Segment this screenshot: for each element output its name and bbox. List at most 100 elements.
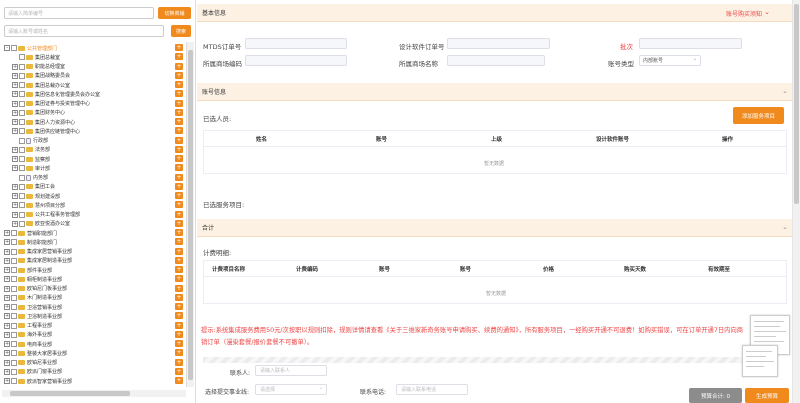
tree-checkbox[interactable] [11, 239, 17, 246]
preview-thumbnail-2[interactable] [742, 345, 778, 377]
search-button[interactable]: 搜索 [171, 25, 191, 37]
total-section-header[interactable]: 合计 ⌄ [197, 219, 792, 237]
add-icon[interactable]: + [175, 238, 183, 246]
tree-checkbox[interactable] [11, 276, 17, 283]
expand-icon[interactable]: + [12, 220, 18, 227]
tree-item[interactable]: + 部件事业部 [4, 266, 52, 274]
tree-item[interactable]: + 职能总经理室 [12, 63, 65, 71]
expand-icon[interactable]: + [4, 248, 10, 255]
expand-icon[interactable]: + [4, 359, 10, 366]
add-icon[interactable]: + [175, 312, 183, 320]
tree-item[interactable]: + 公共工程事务管理部 [12, 211, 80, 219]
tree-item[interactable]: + 制造职能部门 [4, 238, 57, 246]
tree-item[interactable]: + 欧派智家营销事业部 [4, 377, 72, 385]
add-icon[interactable]: + [175, 266, 183, 273]
add-icon[interactable]: + [175, 173, 183, 181]
add-icon[interactable]: + [175, 210, 183, 218]
tree-item[interactable]: + 集团供应链管理中心 [12, 127, 80, 135]
expand-icon[interactable]: + [4, 378, 10, 384]
tree-checkbox[interactable] [11, 359, 17, 366]
add-icon[interactable]: + [175, 108, 183, 116]
tree-checkbox[interactable] [11, 331, 17, 338]
tree-item[interactable]: + 集团战略委员会 [12, 72, 70, 80]
account-info-section-header[interactable]: 账号信息 ⌄ [197, 83, 792, 101]
add-icon[interactable]: + [175, 358, 183, 366]
batch-field[interactable] [639, 38, 742, 49]
tree-item[interactable]: + 监察部 [12, 155, 50, 163]
tree-item[interactable]: + 集团证券与投资管理中心 [12, 100, 90, 108]
expand-icon[interactable]: + [12, 156, 18, 162]
expand-icon[interactable]: + [4, 257, 10, 264]
add-icon[interactable]: + [175, 303, 183, 310]
tree-horizontal-scrollbar[interactable] [2, 390, 186, 397]
expand-icon[interactable]: + [4, 294, 10, 301]
generate-budget-button[interactable]: 生成预算 [745, 388, 789, 403]
tree-item[interactable]: + 集团信息化管理委员会办公室 [12, 90, 100, 98]
expand-icon[interactable]: + [4, 276, 10, 283]
tree-checkbox[interactable] [11, 368, 17, 375]
tree-item[interactable]: + 整装大家居事业部 [4, 349, 67, 357]
add-icon[interactable]: + [175, 145, 183, 153]
tree-checkbox[interactable] [11, 304, 17, 310]
tree-item[interactable]: + 集成家居营销事业部 [4, 248, 72, 256]
tree-item[interactable]: + 欧铂尼事业部 [4, 359, 57, 367]
budget-total-button[interactable]: 预算合计: 0 [689, 388, 742, 403]
add-icon[interactable]: + [175, 330, 183, 338]
purchase-notice-link[interactable]: 账号购买须知 [726, 9, 762, 18]
tree-checkbox[interactable] [11, 341, 17, 347]
tree-checkbox[interactable] [11, 350, 17, 357]
expand-icon[interactable]: + [4, 331, 10, 338]
tree-item[interactable]: + 欧派门窗事业部 [4, 368, 62, 376]
tree-item[interactable]: + 橱柜制造事业部 [4, 275, 62, 283]
phone-input[interactable]: 请输入联系电话 [396, 384, 468, 395]
tree-checkbox[interactable] [11, 322, 17, 329]
contact-input[interactable]: 请输入联系人 [255, 365, 327, 376]
add-icon[interactable]: + [175, 247, 183, 255]
add-icon[interactable]: + [175, 275, 183, 283]
tree-item[interactable]: 集团总裁室 [12, 53, 60, 61]
add-icon[interactable]: + [175, 377, 183, 384]
add-icon[interactable]: + [175, 182, 183, 190]
order-search-input[interactable]: 请输入简单编号 [4, 7, 154, 19]
expand-icon[interactable]: + [12, 128, 18, 135]
expand-icon[interactable]: + [12, 100, 18, 107]
add-icon[interactable]: + [175, 349, 183, 357]
tree-checkbox[interactable] [19, 220, 25, 227]
page-vertical-scrollbar[interactable] [792, 0, 800, 403]
tree-checkbox[interactable] [19, 183, 25, 190]
tree-item[interactable]: + 欧铂尼门板事业部 [4, 285, 67, 293]
tree-item[interactable]: - 公共管理部门 [4, 44, 57, 52]
tree-checkbox[interactable] [19, 100, 25, 107]
tree-item[interactable]: + 规划建设部 [12, 192, 60, 200]
tree-item[interactable]: + 集团财务中心 [12, 109, 65, 117]
add-icon[interactable]: + [175, 219, 183, 227]
chevron-down-icon[interactable]: ⌄ [764, 8, 770, 16]
expand-icon[interactable]: + [12, 211, 18, 218]
add-icon[interactable]: + [175, 284, 183, 292]
expand-icon[interactable]: + [4, 313, 10, 320]
tree-checkbox[interactable] [11, 248, 17, 255]
add-icon[interactable]: + [175, 81, 183, 88]
tree-checkbox[interactable] [19, 82, 25, 88]
tree-checkbox[interactable] [11, 285, 17, 292]
tree-checkbox[interactable] [19, 128, 25, 135]
tree-item[interactable]: + 卫浴制造事业部 [4, 312, 62, 320]
expand-icon[interactable]: + [4, 230, 10, 236]
tree-item[interactable]: + 电商事业部 [4, 340, 52, 348]
submit-dept-select[interactable]: 请选择 ⌄ [255, 384, 327, 395]
tree-checkbox[interactable] [19, 146, 25, 153]
tree-item[interactable]: + 法务部 [12, 146, 50, 154]
add-icon[interactable]: + [175, 53, 183, 61]
tree-item[interactable]: + 慧州项目分部 [12, 201, 65, 209]
tree-checkbox[interactable] [19, 54, 25, 61]
expand-icon[interactable]: + [4, 304, 10, 310]
add-icon[interactable]: + [175, 164, 183, 172]
expand-icon[interactable]: + [12, 82, 18, 88]
store-code-field[interactable] [245, 55, 347, 66]
expand-icon[interactable]: + [4, 322, 10, 329]
expand-icon[interactable]: + [12, 91, 18, 98]
tree-item[interactable]: 行政部 [12, 137, 48, 145]
tree-checkbox[interactable] [19, 193, 25, 199]
add-icon[interactable]: + [175, 340, 183, 347]
tree-checkbox[interactable] [19, 165, 25, 172]
